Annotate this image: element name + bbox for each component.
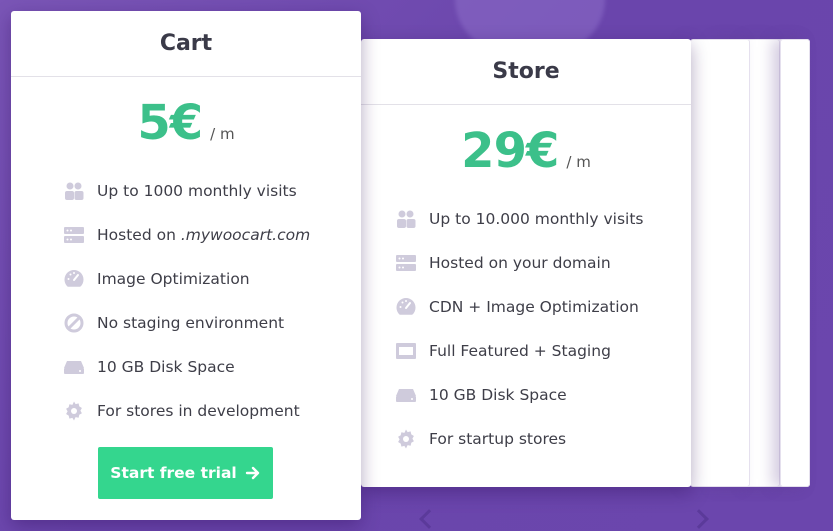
feature-text: For stores in development xyxy=(97,402,300,420)
feature-text: Hosted on xyxy=(97,226,181,244)
carousel-prev-icon[interactable] xyxy=(419,509,439,529)
server-icon xyxy=(395,252,417,274)
feature-text: 10 GB Disk Space xyxy=(429,386,567,404)
stacked-plan-card[interactable] xyxy=(780,39,810,487)
feature-item: 10 GB Disk Space xyxy=(395,373,691,417)
feature-text: Up to 10.000 monthly visits xyxy=(429,210,644,228)
feature-item: No staging environment xyxy=(63,301,361,345)
feature-text: Full Featured + Staging xyxy=(429,342,611,360)
price-period: / m xyxy=(566,153,591,171)
feature-item: 10 GB Disk Space xyxy=(63,345,361,389)
price-period: / m xyxy=(210,125,235,143)
feature-item: For stores in development xyxy=(63,389,361,433)
start-free-trial-button[interactable]: Start free trial xyxy=(98,447,273,499)
feature-text: Image Optimization xyxy=(97,270,250,288)
feature-item: CDN + Image Optimization xyxy=(395,285,691,329)
feature-domain: .mywoocart.com xyxy=(180,226,311,244)
window-icon xyxy=(395,340,417,362)
cart-plan-card: Cart 5€ / m Up to 1000 monthly visits Hos… xyxy=(11,11,361,520)
feature-text: 10 GB Disk Space xyxy=(97,358,235,376)
feature-text: No staging environment xyxy=(97,314,285,332)
plan-price: 29€ xyxy=(461,123,559,179)
speedometer-icon xyxy=(395,296,417,318)
cta-label: Start free trial xyxy=(110,464,237,482)
feature-item: Up to 1000 monthly visits xyxy=(63,169,361,213)
arrow-right-icon xyxy=(245,465,261,481)
stacked-plan-card[interactable] xyxy=(690,39,750,487)
feature-item: Up to 10.000 monthly visits xyxy=(395,197,691,241)
feature-text: Hosted on your domain xyxy=(429,254,611,272)
speedometer-icon xyxy=(63,268,85,290)
feature-list: Up to 10.000 monthly visits Hosted on you… xyxy=(361,197,691,461)
price-row: 29€ / m xyxy=(361,127,691,175)
store-plan-card: Store 29€ / m Up to 10.000 monthly visit… xyxy=(361,39,691,487)
plan-title: Cart xyxy=(11,11,361,77)
plan-price: 5€ xyxy=(137,95,203,151)
hard-drive-icon xyxy=(63,356,85,378)
users-icon xyxy=(63,180,85,202)
feature-item: Image Optimization xyxy=(63,257,361,301)
ban-icon xyxy=(63,312,85,334)
carousel-next-icon[interactable] xyxy=(689,509,709,529)
price-row: 5€ / m xyxy=(11,99,361,147)
hard-drive-icon xyxy=(395,384,417,406)
feature-item: Full Featured + Staging xyxy=(395,329,691,373)
feature-list: Up to 1000 monthly visits Hosted on .mywo… xyxy=(11,169,361,433)
feature-text: For startup stores xyxy=(429,430,567,448)
feature-item: Hosted on .mywoocart.com xyxy=(63,213,361,257)
gear-icon xyxy=(63,400,85,422)
feature-text: CDN + Image Optimization xyxy=(429,298,639,316)
feature-item: Hosted on your domain xyxy=(395,241,691,285)
feature-item: For startup stores xyxy=(395,417,691,461)
plan-title: Store xyxy=(361,39,691,105)
users-icon xyxy=(395,208,417,230)
feature-text: Up to 1000 monthly visits xyxy=(97,182,297,200)
gear-icon xyxy=(395,428,417,450)
server-icon xyxy=(63,224,85,246)
